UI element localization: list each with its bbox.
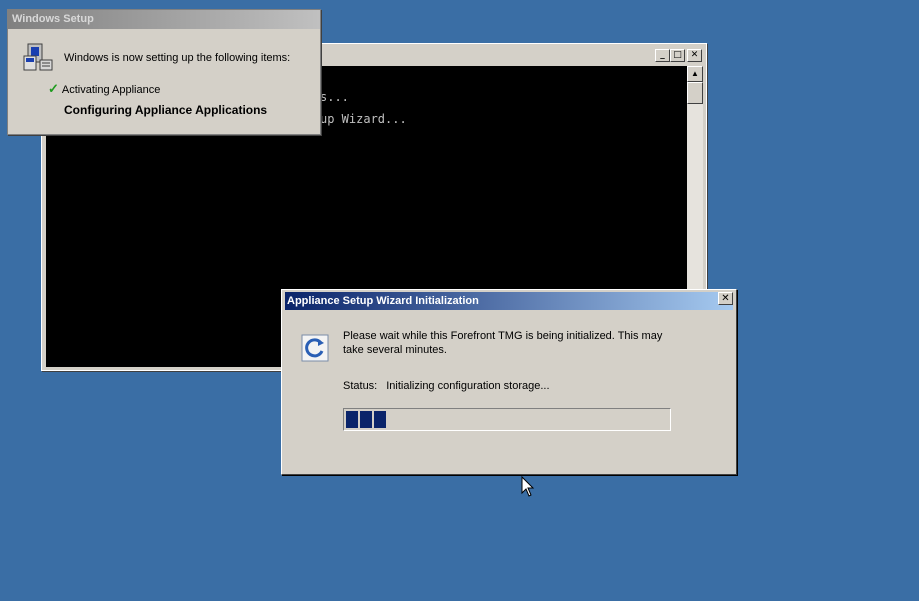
- mouse-pointer-icon: [521, 476, 535, 497]
- completed-item: ✓ Activating Appliance: [48, 81, 160, 97]
- refresh-icon: [301, 334, 329, 362]
- console-line: up Wizard...: [320, 112, 407, 126]
- completed-item-label: Activating Appliance: [61, 84, 161, 96]
- computer-setup-icon: [23, 43, 53, 71]
- wizard-title: Appliance Setup Wizard Initialization: [287, 295, 479, 307]
- wizard-status: Status: Initializing configuration storag…: [343, 380, 550, 392]
- scroll-up-button[interactable]: ▲: [687, 66, 703, 82]
- wizard-close-button[interactable]: ✕: [718, 292, 733, 305]
- console-window-buttons: _ □ ✕: [655, 49, 702, 62]
- wizard-dialog[interactable]: Appliance Setup Wizard Initialization ✕ …: [281, 289, 737, 475]
- scroll-thumb[interactable]: [687, 82, 703, 104]
- setup-heading: Windows is now setting up the following …: [64, 52, 291, 64]
- checkmark-icon: ✓: [48, 81, 59, 96]
- console-line: s...: [320, 90, 349, 104]
- wizard-title-bar[interactable]: Appliance Setup Wizard Initialization: [285, 292, 733, 310]
- status-value: Initializing configuration storage...: [386, 380, 550, 392]
- progress-fill: [346, 411, 388, 428]
- setup-title: Windows Setup: [8, 10, 320, 29]
- wizard-message: Please wait while this Forefront TMG is …: [343, 329, 673, 357]
- wizard-message-line: take several minutes.: [343, 344, 447, 356]
- close-button[interactable]: ✕: [687, 49, 702, 62]
- current-item: Configuring Appliance Applications: [64, 103, 268, 117]
- windows-setup-dialog[interactable]: Windows Setup Windows is now setting up …: [7, 9, 321, 135]
- status-label: Status:: [343, 380, 378, 392]
- maximize-button[interactable]: □: [670, 49, 685, 62]
- wizard-message-line: Please wait while this Forefront TMG is …: [343, 330, 663, 342]
- progress-bar: [343, 408, 671, 431]
- minimize-button[interactable]: _: [655, 49, 670, 62]
